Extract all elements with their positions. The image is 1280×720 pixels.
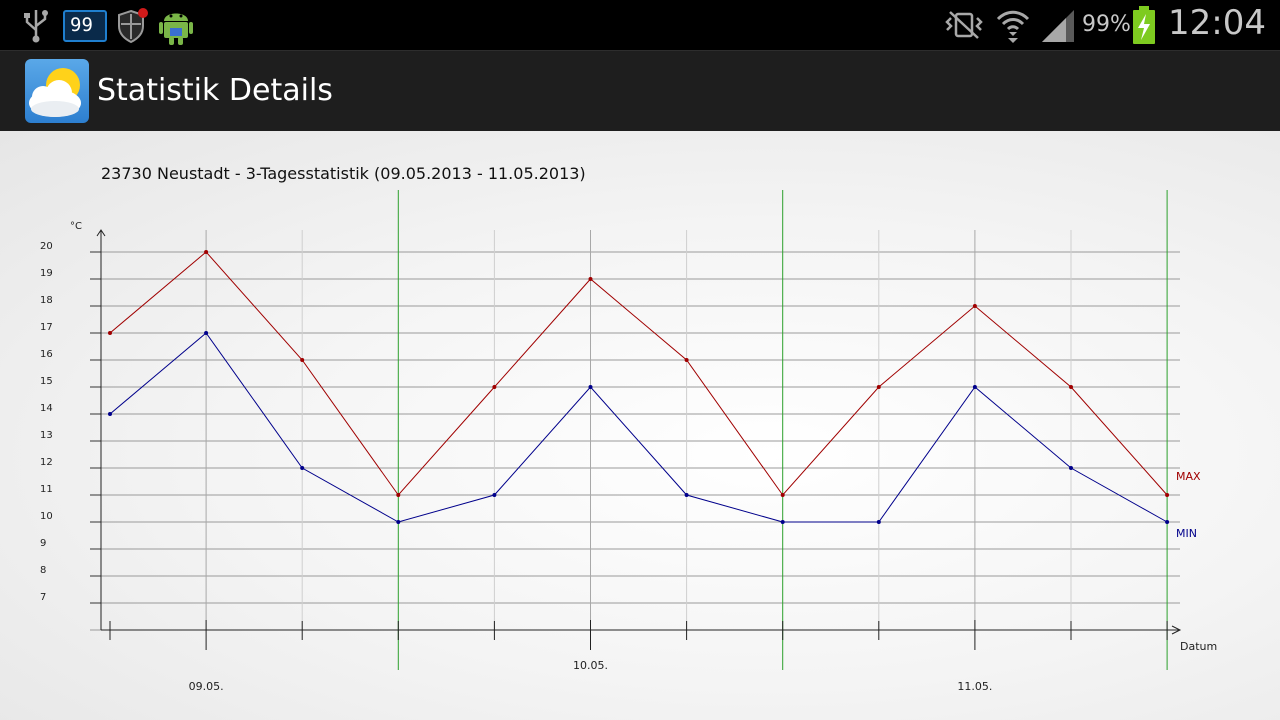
data-point-max bbox=[876, 385, 881, 389]
data-point-max bbox=[972, 304, 977, 308]
series-label-min: MIN bbox=[1176, 527, 1197, 540]
chart-grid bbox=[90, 190, 1180, 670]
shield-icon bbox=[118, 8, 148, 44]
clock: 12:04 bbox=[1168, 3, 1266, 43]
data-point-min bbox=[1069, 466, 1073, 470]
data-point-max bbox=[588, 277, 593, 281]
y-tick-label: 18 bbox=[40, 295, 53, 306]
usb-icon bbox=[24, 10, 48, 43]
status-bar: 99 99% 12:04 bbox=[0, 0, 1280, 50]
data-point-max bbox=[492, 385, 497, 389]
page-title: Statistik Details bbox=[97, 73, 333, 108]
data-point-max bbox=[204, 250, 209, 254]
android-icon bbox=[159, 13, 193, 45]
y-tick-label: 7 bbox=[40, 592, 46, 603]
data-point-min bbox=[108, 412, 112, 416]
data-point-min bbox=[972, 385, 977, 389]
data-point-max bbox=[396, 493, 401, 497]
data-point-min bbox=[876, 520, 881, 524]
chart-labels: 20 19 18 17 16 15 14 13 12 11 10 9 8 7 09.05. 10.05. 11.… bbox=[40, 241, 1201, 693]
data-point-min bbox=[588, 385, 593, 389]
y-tick-label: 19 bbox=[40, 268, 53, 279]
action-bar: Statistik Details bbox=[0, 50, 1280, 131]
y-tick-label: 14 bbox=[40, 403, 53, 414]
chart-axes bbox=[90, 229, 1182, 650]
data-point-min bbox=[1165, 520, 1170, 524]
series-line-min bbox=[109, 332, 1168, 523]
data-point-min bbox=[492, 493, 497, 497]
data-point-max bbox=[780, 493, 785, 497]
battery-percent: 99% bbox=[1082, 12, 1131, 37]
notification-count: 99 bbox=[70, 14, 93, 36]
series-line-max bbox=[109, 251, 1168, 496]
day-label: 10.05. bbox=[573, 659, 608, 672]
day-label: 09.05. bbox=[189, 680, 224, 693]
data-point-max bbox=[1069, 385, 1073, 389]
data-point-min bbox=[204, 331, 209, 335]
y-tick-label: 16 bbox=[40, 349, 53, 360]
y-tick-label: 17 bbox=[40, 322, 53, 333]
x-axis-label: Datum bbox=[1180, 640, 1217, 653]
day-label: 11.05. bbox=[957, 680, 992, 693]
y-tick-label: 20 bbox=[40, 241, 53, 252]
data-point-min bbox=[396, 520, 401, 524]
data-point-min bbox=[684, 493, 689, 497]
y-axis-label: °C bbox=[70, 221, 82, 232]
data-point-max bbox=[1165, 493, 1170, 497]
data-point-min bbox=[300, 466, 305, 470]
y-tick-label: 11 bbox=[40, 484, 53, 495]
vibrate-off-icon bbox=[945, 11, 983, 39]
chart-title: 23730 Neustadt - 3-Tagesstatistik (09.05… bbox=[101, 164, 586, 183]
y-tick-label: 10 bbox=[40, 511, 53, 522]
notification-count-icon: 99 bbox=[63, 10, 107, 42]
y-tick-label: 13 bbox=[40, 430, 53, 441]
series-label-max: MAX bbox=[1176, 470, 1201, 483]
battery-charging-icon bbox=[1133, 6, 1155, 44]
y-tick-label: 15 bbox=[40, 376, 53, 387]
data-point-max bbox=[684, 358, 689, 362]
data-point-min bbox=[780, 520, 785, 524]
y-tick-label: 9 bbox=[40, 538, 46, 549]
wifi-icon bbox=[996, 10, 1030, 43]
data-point-max bbox=[300, 358, 305, 362]
temperature-chart: 23730 Neustadt - 3-Tagesstatistik (09.05… bbox=[40, 164, 1217, 693]
y-tick-label: 12 bbox=[40, 457, 53, 468]
y-tick-label: 8 bbox=[40, 565, 46, 576]
data-point-max bbox=[108, 331, 112, 335]
signal-icon bbox=[1042, 10, 1074, 42]
content-area: 23730 Neustadt - 3-Tagesstatistik (09.05… bbox=[0, 131, 1280, 720]
weather-icon[interactable] bbox=[25, 59, 89, 123]
